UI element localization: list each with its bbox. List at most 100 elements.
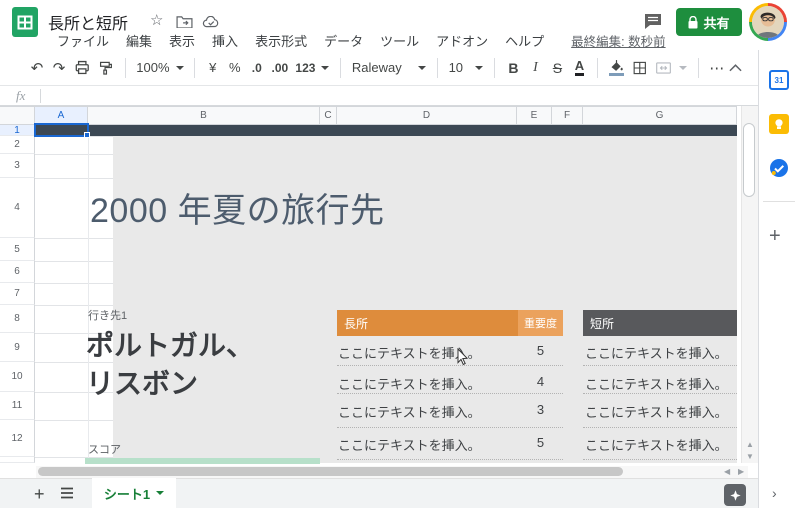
decrease-decimal-button[interactable]: .0	[246, 56, 268, 80]
menu-insert[interactable]: 挿入	[212, 31, 238, 50]
more-toolbar-button[interactable]: ⋯	[705, 56, 729, 80]
undo-icon[interactable]: ↶	[26, 56, 48, 80]
italic-button[interactable]: I	[524, 56, 546, 80]
row-header-3[interactable]: 3	[0, 154, 35, 178]
menu-tools[interactable]: ツール	[380, 31, 419, 50]
destination-label[interactable]: 行き先1	[88, 307, 127, 323]
row-header-4[interactable]: 4	[0, 178, 35, 238]
account-avatar[interactable]	[749, 3, 787, 41]
pros-cell[interactable]: ここにテキストを挿入。	[338, 374, 514, 390]
menu-file[interactable]: ファイル	[57, 31, 109, 50]
column-header-e[interactable]: E	[517, 106, 552, 125]
pros-header-cell[interactable]: 長所	[337, 310, 518, 336]
scroll-left-icon[interactable]: ◀	[724, 468, 730, 476]
destination-name-line1[interactable]: ポルトガル、	[86, 324, 254, 364]
add-sheet-icon[interactable]: +	[34, 484, 45, 505]
format-percent-button[interactable]: %	[224, 56, 246, 80]
column-header-c[interactable]: C	[320, 106, 337, 125]
font-size-select[interactable]: 10	[445, 56, 488, 80]
merge-cells-button	[651, 56, 690, 80]
selected-cell-a1[interactable]	[34, 123, 89, 137]
row-separator	[583, 427, 737, 428]
column-header-f[interactable]: F	[552, 106, 583, 125]
comment-history-icon[interactable]	[644, 13, 662, 35]
sheet-tab-active[interactable]: シート1	[92, 478, 176, 508]
cons-cell[interactable]: ここにテキストを挿入。	[585, 374, 735, 390]
column-header-b[interactable]: B	[88, 106, 320, 125]
sheets-logo-icon[interactable]	[12, 7, 38, 37]
all-sheets-icon[interactable]	[60, 487, 74, 499]
redo-icon[interactable]: ↷	[48, 56, 70, 80]
menu-addons[interactable]: アドオン	[436, 31, 488, 50]
borders-button[interactable]	[628, 56, 652, 80]
cons-cell[interactable]: ここにテキストを挿入。	[585, 402, 735, 418]
weight-header-cell[interactable]: 重要度	[518, 310, 563, 336]
weight-cell[interactable]: 4	[518, 374, 563, 390]
cloud-status-icon[interactable]	[202, 15, 220, 31]
tasks-icon[interactable]	[769, 158, 789, 178]
vertical-scrollbar-thumb[interactable]	[743, 123, 755, 197]
horizontal-scrollbar-thumb[interactable]	[38, 467, 623, 476]
cons-cell[interactable]: ここにテキストを挿入。	[585, 435, 735, 451]
weight-cell[interactable]: 5	[518, 343, 563, 359]
strikethrough-button[interactable]: S	[546, 56, 568, 80]
row-header-12[interactable]: 12	[0, 420, 35, 457]
hide-side-panel-icon[interactable]: ›	[772, 485, 777, 501]
cons-cell[interactable]: ここにテキストを挿入。	[585, 343, 735, 359]
weight-cell[interactable]: 3	[518, 402, 563, 418]
row-header-1[interactable]: 1	[0, 125, 35, 136]
row-header-9[interactable]: 9	[0, 333, 35, 362]
number-format-menu[interactable]: 123	[292, 56, 333, 80]
pros-cell[interactable]: ここにテキストを挿入。	[338, 343, 514, 359]
select-all-corner[interactable]	[0, 106, 35, 125]
score-label[interactable]: スコア	[88, 441, 121, 457]
text-color-button[interactable]: A	[574, 59, 585, 76]
menu-format[interactable]: 表示形式	[255, 31, 307, 50]
format-currency-button[interactable]: ¥	[202, 56, 224, 80]
row-header-2[interactable]: 2	[0, 136, 35, 154]
pros-cell[interactable]: ここにテキストを挿入。	[338, 435, 514, 451]
slide-title[interactable]: 2000 年夏の旅行先	[90, 183, 385, 232]
print-icon[interactable]	[70, 56, 94, 80]
column-header-g[interactable]: G	[583, 106, 737, 125]
column-header-d[interactable]: D	[337, 106, 517, 125]
menu-edit[interactable]: 編集	[126, 31, 152, 50]
paint-format-icon[interactable]	[94, 56, 118, 80]
bold-button[interactable]: B	[502, 56, 524, 80]
get-addons-icon[interactable]: +	[769, 226, 781, 246]
formula-bar[interactable]: fx	[0, 86, 758, 106]
weight-cell[interactable]: 5	[518, 435, 563, 451]
menu-data[interactable]: データ	[324, 31, 363, 50]
keep-icon[interactable]	[769, 114, 789, 134]
slide-header-band[interactable]	[35, 125, 737, 136]
google-sheets-app: 長所と短所 ☆ ファイル 編集 表示 挿入 表示形式 データ ツール アドオン …	[0, 0, 800, 508]
menu-view[interactable]: 表示	[169, 31, 195, 50]
fill-color-button[interactable]	[605, 56, 628, 80]
sheet-tab-menu-icon[interactable]	[156, 491, 165, 495]
row-header-7[interactable]: 7	[0, 283, 35, 305]
explore-icon[interactable]	[724, 484, 746, 506]
row-header-10[interactable]: 10	[0, 362, 35, 392]
share-button[interactable]: 共有	[676, 8, 742, 36]
font-family-select[interactable]: Raleway	[348, 56, 430, 80]
row-header-5[interactable]: 5	[0, 238, 35, 261]
pros-cell[interactable]: ここにテキストを挿入。	[338, 402, 514, 418]
grid-line	[35, 154, 113, 155]
scroll-down-icon[interactable]: ▼	[746, 453, 754, 461]
scroll-right-icon[interactable]: ▶	[738, 468, 744, 476]
calendar-icon[interactable]: 31	[769, 70, 789, 90]
destination-name-line2[interactable]: リスボン	[86, 362, 198, 402]
increase-decimal-button[interactable]: .00	[268, 56, 292, 80]
row-header-11[interactable]: 11	[0, 392, 35, 420]
cons-header-cell[interactable]: 短所	[583, 310, 737, 336]
row-header-8[interactable]: 8	[0, 305, 35, 333]
move-folder-icon[interactable]	[176, 15, 193, 31]
fill-handle[interactable]	[84, 132, 90, 138]
row-header-6[interactable]: 6	[0, 261, 35, 283]
zoom-select[interactable]: 100%	[133, 56, 187, 80]
row-header-13-partial[interactable]	[0, 457, 35, 463]
scroll-up-icon[interactable]: ▲	[746, 441, 754, 449]
collapse-toolbar-icon[interactable]	[729, 63, 742, 72]
menu-help[interactable]: ヘルプ	[505, 31, 544, 50]
star-icon[interactable]: ☆	[150, 13, 163, 28]
